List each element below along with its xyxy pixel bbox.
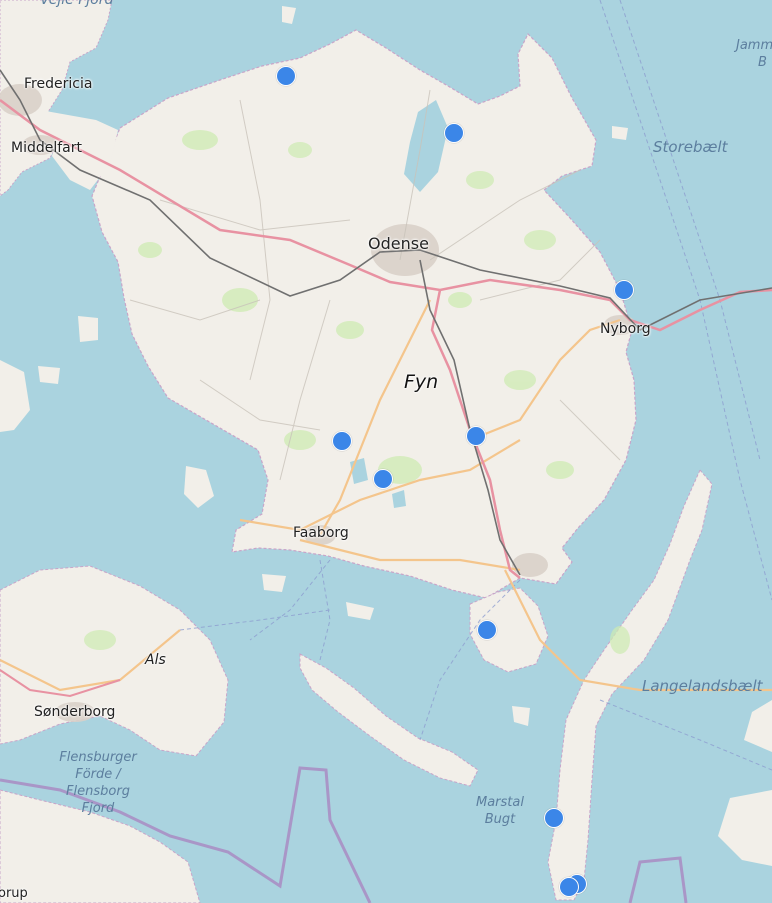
label-fredericia: Fredericia — [24, 76, 93, 92]
label-sonderborg: Sønderborg — [34, 704, 116, 720]
label-gelting: orup — [0, 886, 28, 901]
label-middelfart: Middelfart — [11, 140, 82, 156]
label-faaborg: Faaborg — [293, 525, 349, 541]
map-marker[interactable] — [614, 280, 634, 300]
label-flensburger-forde: Flensburger Förde / Flensborg Fjord — [59, 750, 137, 816]
map-marker[interactable] — [444, 123, 464, 143]
map-marker[interactable] — [544, 808, 564, 828]
label-nyborg: Nyborg — [600, 321, 651, 337]
label-marstal-bugt: Marstal Bugt — [476, 795, 524, 827]
map-marker[interactable] — [276, 66, 296, 86]
map-marker[interactable] — [373, 469, 393, 489]
map-marker[interactable] — [477, 620, 497, 640]
map-marker[interactable] — [466, 426, 486, 446]
label-odense: Odense — [368, 234, 429, 253]
label-als: Als — [145, 652, 166, 668]
label-fyn: Fyn — [404, 371, 439, 393]
map-marker[interactable] — [332, 431, 352, 451]
label-jammerland-bugt: Jamm B — [736, 38, 772, 70]
label-storebaelt: Storebælt — [653, 138, 728, 156]
label-langelandsbaelt: Langelandsbælt — [642, 677, 763, 695]
label-vejle-fjord: Vejle Fjord — [40, 0, 114, 8]
map-marker[interactable] — [559, 877, 579, 897]
